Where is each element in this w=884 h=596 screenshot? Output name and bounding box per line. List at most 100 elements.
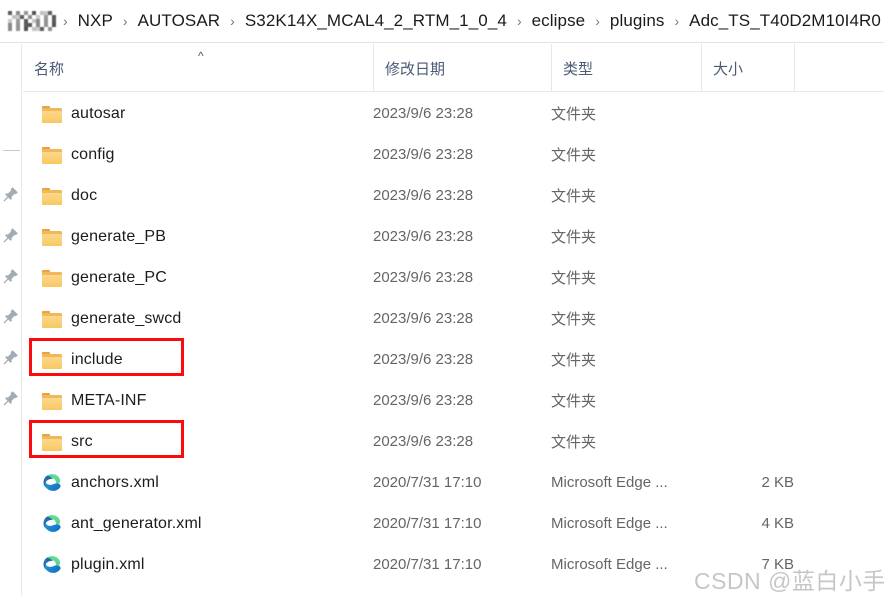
- file-date-cell: 2023/9/6 23:28: [373, 187, 474, 204]
- folder-icon: [42, 310, 62, 328]
- folder-icon: [42, 186, 62, 206]
- file-size-cell: 4 KB: [761, 515, 794, 532]
- file-name-cell[interactable]: plugin.xml: [23, 544, 373, 585]
- folder-icon: [42, 309, 62, 329]
- table-row[interactable]: src 2023/9/6 23:28 文件夹: [23, 421, 884, 462]
- file-size-cell: [701, 298, 794, 339]
- folder-icon: [42, 227, 62, 247]
- file-size-cell: 2 KB: [761, 474, 794, 491]
- file-name-label: autosar: [71, 104, 126, 122]
- navigation-pane[interactable]: [0, 44, 22, 596]
- table-row[interactable]: config 2023/9/6 23:28 文件夹: [23, 134, 884, 175]
- file-type-cell: 文件夹: [551, 393, 597, 410]
- edge-icon: [42, 555, 62, 575]
- table-row[interactable]: ant_generator.xml 2020/7/31 17:10 Microsof…: [23, 503, 884, 544]
- table-row[interactable]: generate_swcd 2023/9/6 23:28 文件夹: [23, 298, 884, 339]
- edge-icon: [42, 514, 62, 534]
- breadcrumb-separator-icon: ›: [62, 13, 68, 29]
- file-name-cell[interactable]: META-INF: [23, 380, 373, 421]
- file-type-cell: 文件夹: [551, 434, 597, 451]
- folder-icon: [42, 432, 62, 452]
- file-date-cell: 2023/9/6 23:28: [373, 146, 474, 163]
- column-header-type[interactable]: 类型: [551, 44, 701, 92]
- folder-icon: [42, 146, 62, 164]
- breadcrumb-item-eclipse[interactable]: eclipse: [529, 9, 589, 33]
- file-name-cell[interactable]: anchors.xml: [23, 462, 373, 503]
- file-date-cell: 2023/9/6 23:28: [373, 310, 474, 327]
- breadcrumb-redacted-segment[interactable]: [8, 10, 56, 32]
- file-name-cell[interactable]: config: [23, 134, 373, 175]
- file-list[interactable]: autosar 2023/9/6 23:28 文件夹 config 2023/9/6 2…: [23, 93, 884, 596]
- folder-icon: [42, 351, 62, 369]
- file-type-cell: Microsoft Edge ...: [551, 556, 668, 573]
- file-name-label: config: [71, 145, 115, 163]
- pin-icon[interactable]: [3, 349, 19, 365]
- column-header-size-label: 大小: [713, 60, 744, 78]
- file-name-cell[interactable]: doc: [23, 175, 373, 216]
- sort-ascending-icon: ^: [198, 49, 204, 63]
- pin-icon[interactable]: [3, 227, 19, 243]
- file-name-cell[interactable]: src: [23, 421, 373, 462]
- folder-icon: [42, 391, 62, 411]
- edge-icon: [42, 473, 62, 493]
- file-type-cell: 文件夹: [551, 311, 597, 328]
- folder-icon: [42, 268, 62, 288]
- breadcrumb-separator-icon: ›: [674, 13, 680, 29]
- file-type-cell: Microsoft Edge ...: [551, 474, 668, 491]
- table-row[interactable]: META-INF 2023/9/6 23:28 文件夹: [23, 380, 884, 421]
- file-type-cell: 文件夹: [551, 229, 597, 246]
- pin-icon[interactable]: [3, 268, 19, 284]
- edge-icon: [42, 555, 62, 575]
- breadcrumb[interactable]: › NXP › AUTOSAR › S32K14X_MCAL4_2_RTM_1_…: [0, 0, 884, 43]
- file-date-cell: 2020/7/31 17:10: [373, 515, 482, 532]
- file-size-cell: [701, 216, 794, 257]
- file-name-label: META-INF: [71, 391, 147, 409]
- file-name-cell[interactable]: generate_swcd: [23, 298, 373, 339]
- file-type-cell: 文件夹: [551, 188, 597, 205]
- file-name-label: include: [71, 350, 123, 368]
- file-name-label: generate_PC: [71, 268, 167, 286]
- file-name-cell[interactable]: generate_PC: [23, 257, 373, 298]
- folder-icon: [42, 433, 62, 451]
- breadcrumb-item-s32k14x[interactable]: S32K14X_MCAL4_2_RTM_1_0_4: [242, 9, 510, 33]
- file-date-cell: 2023/9/6 23:28: [373, 228, 474, 245]
- column-header-size[interactable]: 大小: [701, 44, 794, 92]
- file-type-cell: 文件夹: [551, 147, 597, 164]
- file-name-cell[interactable]: generate_PB: [23, 216, 373, 257]
- file-name-label: src: [71, 432, 93, 450]
- column-header-spacer: [794, 44, 884, 92]
- breadcrumb-separator-icon: ›: [122, 13, 128, 29]
- file-name-cell[interactable]: autosar: [23, 93, 373, 134]
- breadcrumb-item-autosar[interactable]: AUTOSAR: [135, 9, 224, 33]
- table-row[interactable]: anchors.xml 2020/7/31 17:10 Microsoft Edge…: [23, 462, 884, 503]
- column-header-date[interactable]: 修改日期: [373, 44, 551, 92]
- table-row[interactable]: doc 2023/9/6 23:28 文件夹: [23, 175, 884, 216]
- breadcrumb-item-nxp[interactable]: NXP: [75, 9, 116, 33]
- file-name-cell[interactable]: ant_generator.xml: [23, 503, 373, 544]
- table-row[interactable]: include 2023/9/6 23:28 文件夹: [23, 339, 884, 380]
- file-name-label: generate_swcd: [71, 309, 182, 327]
- folder-icon: [42, 187, 62, 205]
- folder-icon: [42, 350, 62, 370]
- breadcrumb-item-plugins[interactable]: plugins: [607, 9, 668, 33]
- file-date-cell: 2023/9/6 23:28: [373, 351, 474, 368]
- file-name-label: plugin.xml: [71, 555, 145, 573]
- folder-icon: [42, 105, 62, 123]
- file-date-cell: 2020/7/31 17:10: [373, 474, 482, 491]
- pin-icon[interactable]: [3, 186, 19, 202]
- folder-icon: [42, 228, 62, 246]
- table-row[interactable]: generate_PC 2023/9/6 23:28 文件夹: [23, 257, 884, 298]
- breadcrumb-item-adc[interactable]: Adc_TS_T40D2M10I4R0: [686, 9, 884, 33]
- breadcrumb-separator-icon: ›: [595, 13, 600, 29]
- file-size-cell: [701, 93, 794, 134]
- file-size-cell: [701, 134, 794, 175]
- file-name-cell[interactable]: include: [23, 339, 373, 380]
- table-row[interactable]: generate_PB 2023/9/6 23:28 文件夹: [23, 216, 884, 257]
- file-name-label: doc: [71, 186, 98, 204]
- file-type-cell: Microsoft Edge ...: [551, 515, 668, 532]
- table-row[interactable]: autosar 2023/9/6 23:28 文件夹: [23, 93, 884, 134]
- pin-icon[interactable]: [3, 390, 19, 406]
- column-header-row: 名称 修改日期 类型 大小: [23, 44, 884, 92]
- pin-icon[interactable]: [3, 308, 19, 324]
- file-name-label: ant_generator.xml: [71, 514, 202, 532]
